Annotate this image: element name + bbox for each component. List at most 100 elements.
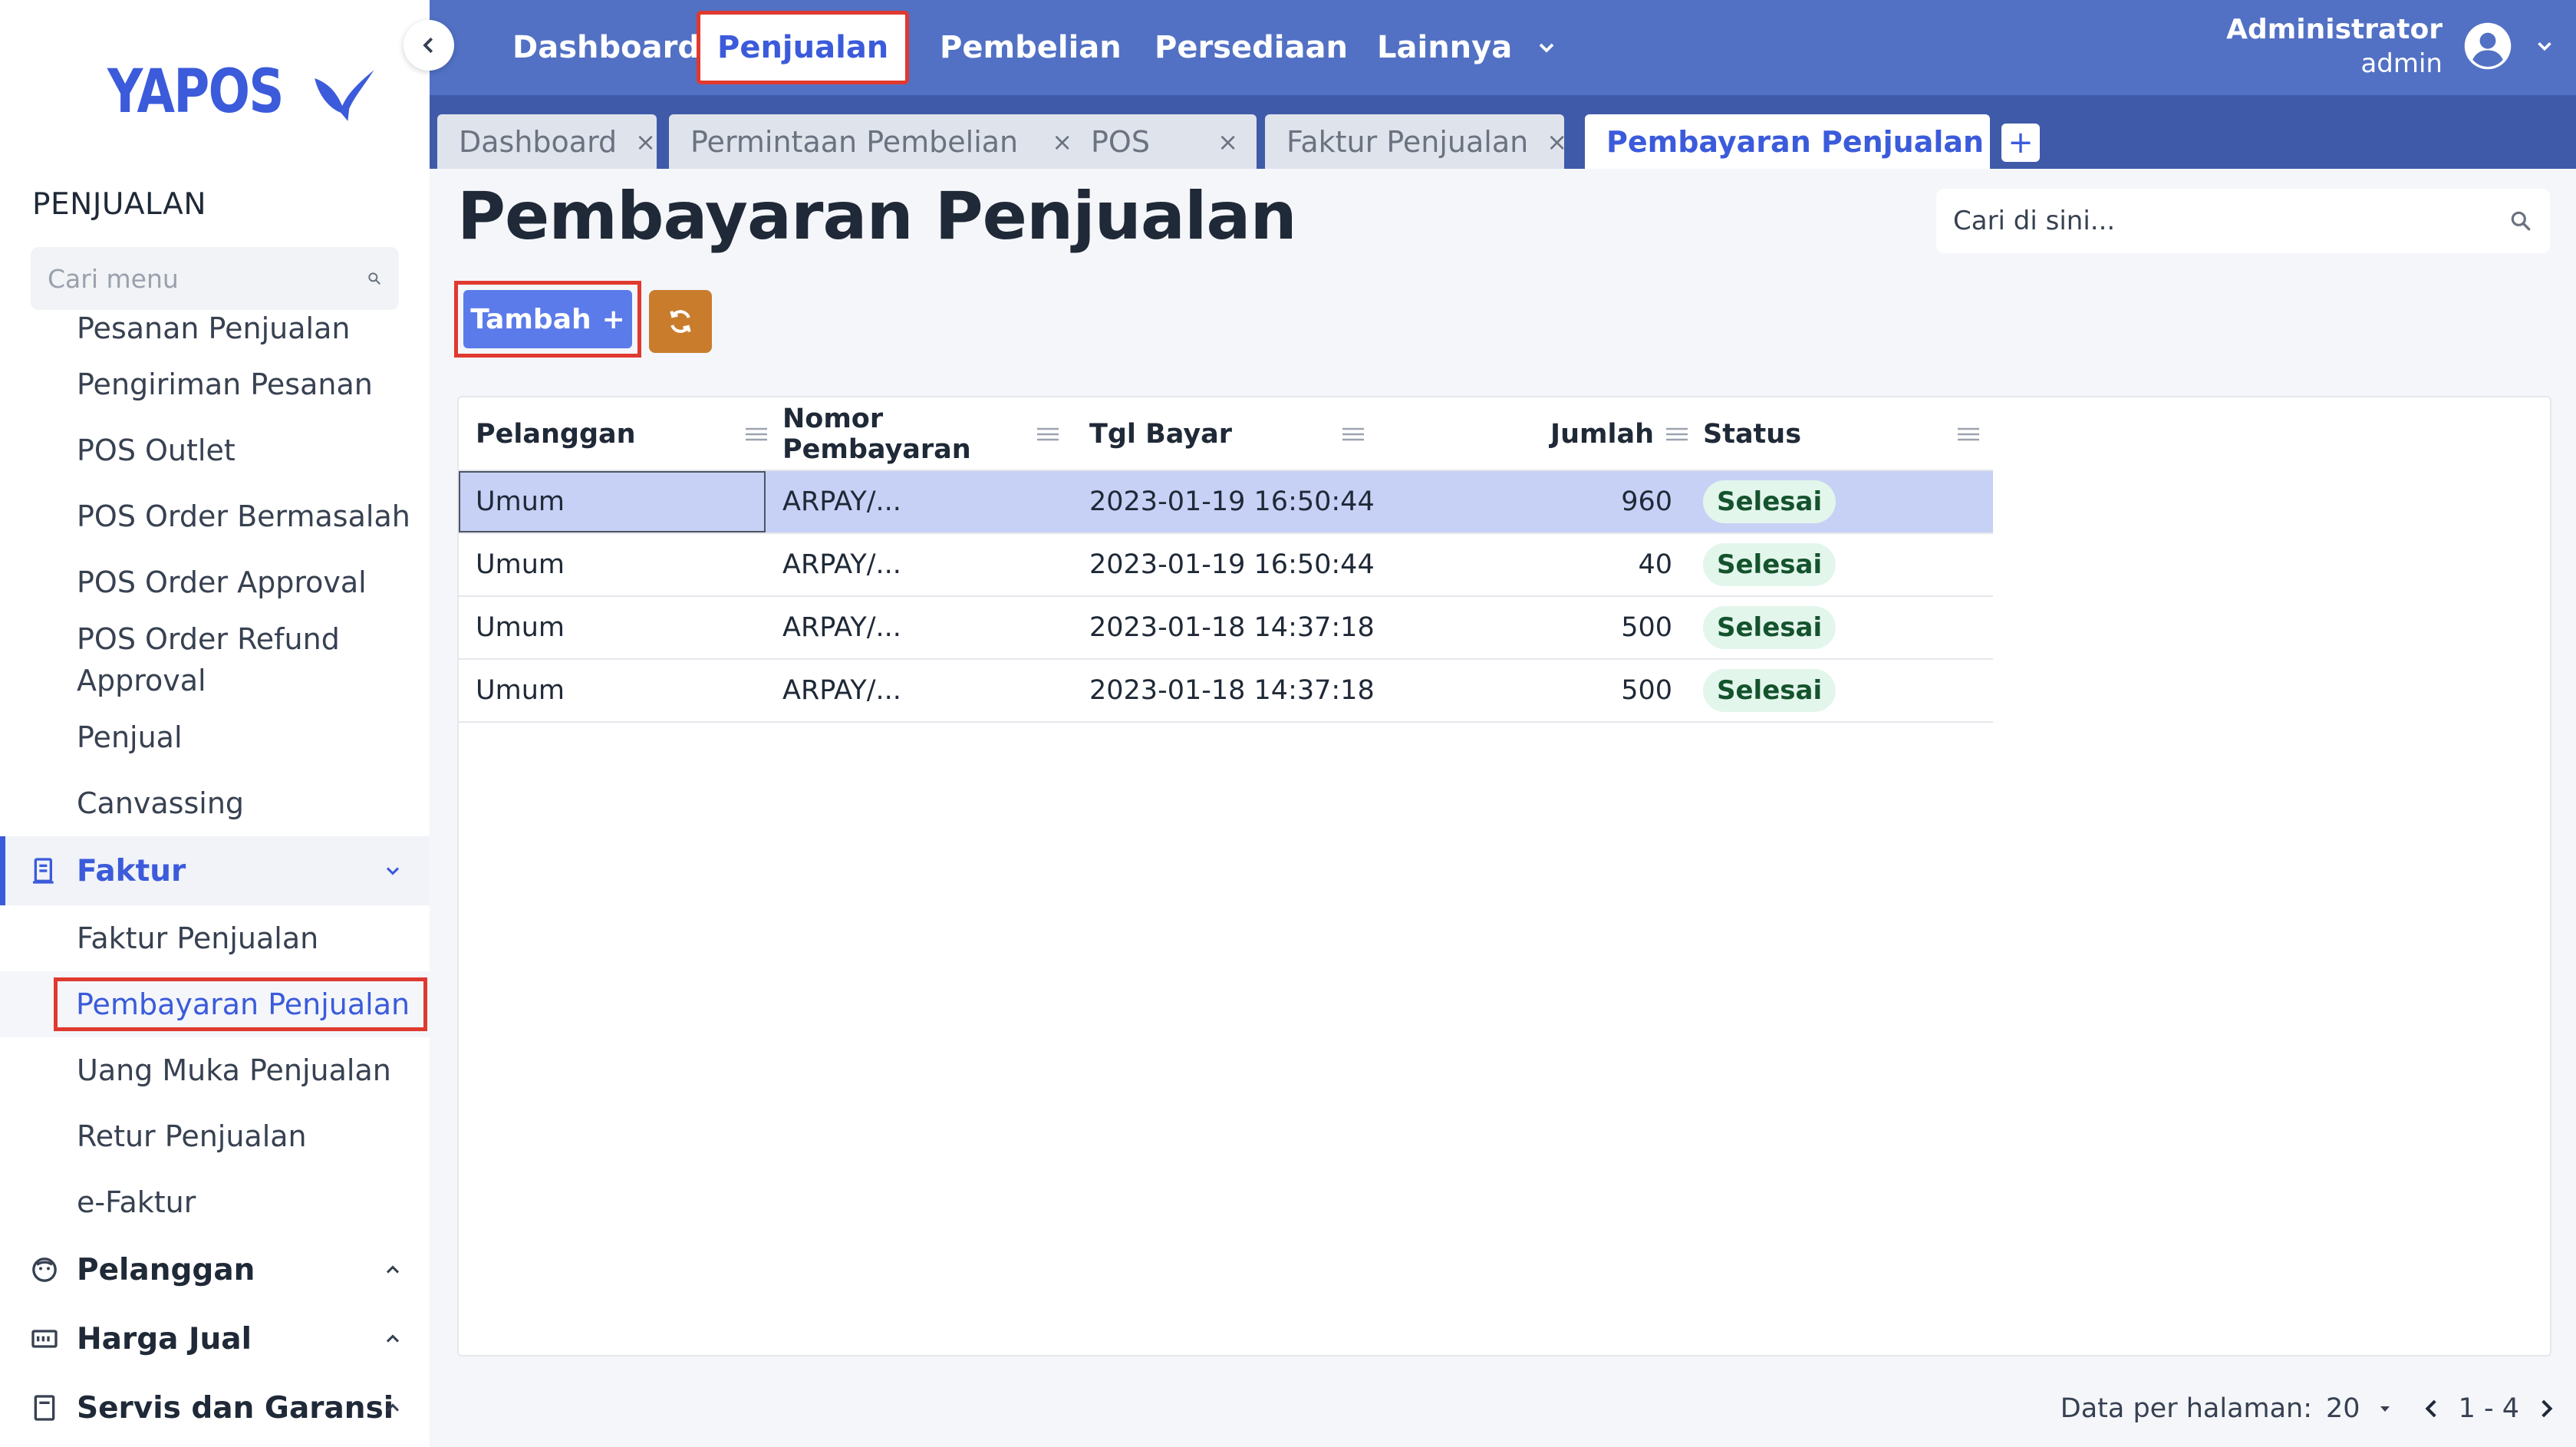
sidebar-item-label: Penjual: [77, 720, 183, 754]
cell-nomor-pembayaran[interactable]: ARPAY/...: [782, 534, 901, 595]
sidebar-group-servis-garansi[interactable]: Servis dan Garansi: [0, 1373, 430, 1442]
tab-label: Dashboard: [459, 124, 618, 159]
sidebar-item-label: POS Order Bermasalah: [77, 499, 410, 533]
cell-tgl-bayar[interactable]: 2023-01-19 16:50:44: [1089, 471, 1375, 532]
sidebar-group-label: Pelanggan: [77, 1252, 255, 1287]
cell-status[interactable]: Selesai: [1703, 597, 1836, 658]
sidebar-item-pos-order-refund-approval[interactable]: POS Order Refund Approval: [0, 615, 430, 704]
topnav-penjualan[interactable]: Penjualan: [697, 11, 910, 84]
bird-logo-icon: [315, 70, 374, 121]
sidebar-item-pesanan-penjualan[interactable]: Pesanan Penjualan: [0, 310, 430, 351]
add-button-label: Tambah: [470, 303, 591, 335]
add-tab-button[interactable]: +: [2001, 124, 2040, 162]
sidebar-group-label: Harga Jual: [77, 1321, 252, 1356]
topnav-dashboard[interactable]: Dashboard: [496, 11, 716, 84]
column-menu-icon[interactable]: [1956, 426, 1981, 443]
cell-tgl-bayar[interactable]: 2023-01-19 16:50:44: [1089, 534, 1375, 595]
tab-permintaan-pembelian[interactable]: Permintaan Pembelian ×: [669, 114, 1091, 169]
topnav-lainnya[interactable]: Lainnya: [1360, 11, 1529, 84]
cell-tgl-bayar[interactable]: 2023-01-18 14:37:18: [1089, 597, 1375, 658]
cell-pelanggan[interactable]: Umum: [459, 471, 766, 532]
cell-tgl-bayar[interactable]: 2023-01-18 14:37:18: [1089, 660, 1375, 721]
column-menu-icon[interactable]: [1665, 426, 1689, 443]
cell-jumlah[interactable]: 500: [1396, 597, 1672, 658]
chevron-down-icon: [1539, 43, 1554, 53]
page-range: 1 - 4: [2458, 1393, 2519, 1424]
sidebar-item-label: Pembayaran Penjualan: [54, 977, 428, 1031]
sidebar-search[interactable]: [31, 247, 399, 310]
tab-dashboard[interactable]: Dashboard ×: [437, 114, 657, 169]
sidebar-group-pelanggan[interactable]: Pelanggan: [0, 1235, 430, 1304]
column-header-nomor-pembayaran[interactable]: Nomor Pembayaran: [782, 397, 1074, 471]
cell-pelanggan[interactable]: Umum: [476, 660, 565, 721]
sidebar-item-penjual[interactable]: Penjual: [0, 704, 430, 770]
tab-faktur-penjualan[interactable]: Faktur Penjualan ×: [1265, 114, 1567, 169]
sidebar-item-canvassing[interactable]: Canvassing: [0, 770, 430, 836]
cell-status[interactable]: Selesai: [1703, 471, 1836, 532]
chevron-up-icon: [386, 1265, 400, 1274]
add-button[interactable]: Tambah +: [463, 290, 632, 348]
topnav-label: Persediaan: [1155, 30, 1348, 65]
previous-page-icon[interactable]: [2419, 1396, 2445, 1422]
sidebar-group-faktur[interactable]: Faktur: [0, 836, 430, 905]
cell-pelanggan[interactable]: Umum: [476, 534, 565, 595]
sidebar-item-label: POS Outlet: [77, 433, 236, 467]
per-page-select[interactable]: 20: [2326, 1393, 2394, 1424]
tab-label: Pembayaran Penjualan: [1606, 124, 1985, 159]
close-icon[interactable]: ×: [1547, 127, 1567, 157]
sidebar-item-pos-order-approval[interactable]: POS Order Approval: [0, 549, 430, 615]
refresh-button[interactable]: [649, 290, 712, 353]
refresh-icon: [670, 310, 691, 333]
sidebar-item-pos-outlet[interactable]: POS Outlet: [0, 417, 430, 483]
sidebar-group-harga-jual[interactable]: Harga Jual: [0, 1304, 430, 1373]
column-header-status[interactable]: Status: [1703, 397, 1995, 471]
topnav-more-dropdown[interactable]: [1517, 11, 1576, 84]
topnav-pembelian[interactable]: Pembelian: [923, 11, 1138, 84]
sidebar-search-input[interactable]: [48, 263, 367, 294]
cell-status[interactable]: Selesai: [1703, 660, 1836, 721]
column-menu-icon[interactable]: [1341, 426, 1365, 443]
column-menu-icon[interactable]: [744, 426, 769, 443]
cell-pelanggan[interactable]: Umum: [476, 597, 565, 658]
close-icon[interactable]: ×: [635, 127, 656, 157]
sidebar-item-retur-penjualan[interactable]: Retur Penjualan: [0, 1103, 430, 1169]
sidebar-item-faktur-penjualan[interactable]: Faktur Penjualan: [0, 905, 430, 971]
user-menu[interactable]: Administrator admin: [2226, 8, 2556, 84]
table-row[interactable]: Umum ARPAY/... 2023-01-18 14:37:18 500 S…: [459, 660, 1993, 723]
cell-nomor-pembayaran[interactable]: ARPAY/...: [782, 660, 901, 721]
sidebar-item-pos-order-bermasalah[interactable]: POS Order Bermasalah: [0, 483, 430, 549]
tab-pos[interactable]: POS ×: [1069, 114, 1257, 169]
caret-down-icon: [2380, 1406, 2390, 1412]
sidebar-item-pembayaran-penjualan[interactable]: Pembayaran Penjualan: [0, 971, 430, 1037]
column-header-label: Jumlah: [1550, 419, 1654, 450]
column-menu-icon[interactable]: [1036, 426, 1060, 443]
sidebar-item-label: Pengiriman Pesanan: [77, 368, 373, 401]
sidebar-item-pengiriman-pesanan[interactable]: Pengiriman Pesanan: [0, 351, 430, 417]
sidebar-item-uang-muka-penjualan[interactable]: Uang Muka Penjualan: [0, 1037, 430, 1103]
sidebar-group-label: Faktur: [77, 853, 186, 888]
main-search[interactable]: [1936, 189, 2550, 253]
tab-label: Faktur Penjualan: [1286, 124, 1529, 159]
sidebar-item-e-faktur[interactable]: e-Faktur: [0, 1169, 430, 1235]
app-logo[interactable]: YAPOS: [107, 55, 378, 129]
close-icon[interactable]: ×: [1217, 127, 1238, 157]
main-search-input[interactable]: [1953, 206, 2508, 236]
sidebar: YAPOS PENJUALAN Pesanan Penjualan Pengir…: [0, 0, 430, 1447]
next-page-icon[interactable]: [2533, 1396, 2559, 1422]
table-row[interactable]: Umum ARPAY/... 2023-01-19 16:50:44 40 Se…: [459, 534, 1993, 597]
cell-nomor-pembayaran[interactable]: ARPAY/...: [782, 471, 901, 532]
column-header-jumlah[interactable]: Jumlah: [1396, 397, 1688, 471]
cell-jumlah[interactable]: 500: [1396, 660, 1672, 721]
cell-jumlah[interactable]: 960: [1396, 471, 1672, 532]
topnav-persediaan[interactable]: Persediaan: [1138, 11, 1365, 84]
column-header-tgl-bayar[interactable]: Tgl Bayar: [1089, 397, 1381, 471]
cell-jumlah[interactable]: 40: [1396, 534, 1672, 595]
table-row[interactable]: Umum ARPAY/... 2023-01-18 14:37:18 500 S…: [459, 597, 1993, 660]
tab-pembayaran-penjualan[interactable]: Pembayaran Penjualan ×: [1585, 114, 2023, 169]
table-row[interactable]: Umum ARPAY/... 2023-01-19 16:50:44 960 S…: [459, 471, 1993, 534]
column-header-pelanggan[interactable]: Pelanggan: [476, 397, 767, 471]
cell-nomor-pembayaran[interactable]: ARPAY/...: [782, 597, 901, 658]
cell-status[interactable]: Selesai: [1703, 534, 1836, 595]
sidebar-item-label: Canvassing: [77, 786, 245, 820]
sidebar-collapse-button[interactable]: [404, 20, 454, 71]
